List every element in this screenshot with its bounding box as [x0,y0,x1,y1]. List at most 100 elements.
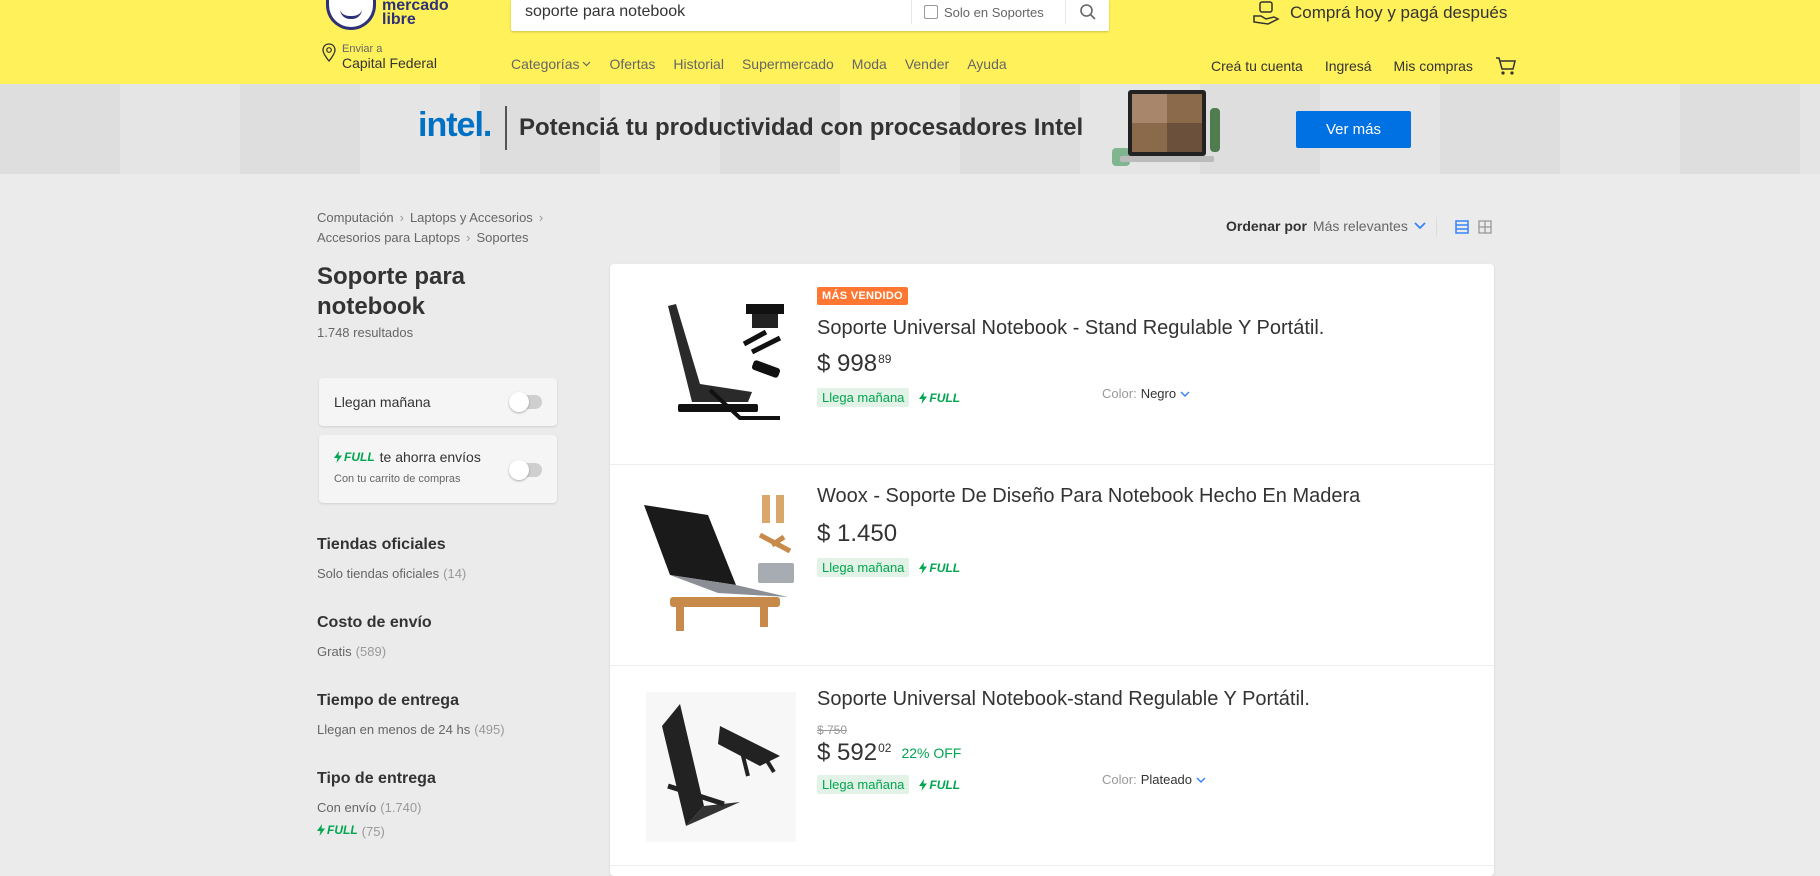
logo-text-libre: libre [382,11,416,28]
nav-ofertas[interactable]: Ofertas [609,56,655,72]
list-item[interactable]: MÁS VENDIDO Soporte Universal Notebook -… [610,264,1494,465]
chevron-down-icon [1180,391,1190,397]
results-count: 1.748 resultados [317,325,414,340]
list-item[interactable]: Soporte Universal Notebook-stand Regulab… [610,666,1494,866]
old-price: $ 750 [817,723,848,737]
item-title[interactable]: Woox - Soporte De Diseño Para Notebook H… [817,485,1360,508]
arrives-tomorrow-tag: Llega mañana [817,388,910,407]
lightning-icon [919,778,928,791]
sort-selector[interactable]: Ordenar por Más relevantes [1226,218,1426,234]
full-badge: FULL [334,450,375,464]
mercadolibre-logo[interactable]: mercado libre [326,0,449,30]
header: mercado libre Solo en Soportes Comprá ho… [0,0,1820,84]
nav-categorias[interactable]: Categorías [511,56,591,72]
facet-option[interactable]: Con envío (1.740) [317,800,567,815]
facet-official-stores: Tiendas oficiales Solo tiendas oficiales… [317,536,567,581]
breadcrumb-accesorios[interactable]: Accesorios para Laptops [317,230,460,245]
filter-arrive-tomorrow[interactable]: Llegan mañana [319,378,557,426]
facet-option[interactable]: Solo tiendas oficiales (14) [317,566,567,581]
color-selector[interactable]: Color: Plateado [1102,772,1206,787]
facet-option-full[interactable]: FULL (75) [317,823,567,839]
intel-logo: intel. [418,106,492,144]
arrives-tomorrow-tag: Llega mañana [817,775,910,794]
chevron-right-icon: › [538,210,544,225]
search-category-filter[interactable]: Solo en Soportes [911,0,1044,24]
arrive-tomorrow-toggle[interactable] [509,392,542,412]
nav-moda[interactable]: Moda [852,56,887,72]
main-nav: Categorías Ofertas Historial Supermercad… [511,56,1007,72]
facet-delivery-type: Tipo de entrega Con envío (1.740) FULL (7… [317,770,567,839]
breadcrumb-soportes[interactable]: Soportes [476,230,528,245]
create-account-link[interactable]: Creá tu cuenta [1211,58,1303,74]
item-title[interactable]: Soporte Universal Notebook-stand Regulab… [817,688,1310,711]
breadcrumb-laptops[interactable]: Laptops y Accesorios [410,210,533,225]
results-list: MÁS VENDIDO Soporte Universal Notebook -… [610,264,1494,876]
list-item[interactable]: Woox - Soporte De Diseño Para Notebook H… [610,465,1494,666]
laptop-video-call-image [1112,90,1220,166]
sort-label: Ordenar por [1226,218,1307,234]
user-nav: Creá tu cuenta Ingresá Mis compras [1211,56,1517,76]
product-image[interactable] [640,686,800,846]
color-value: Negro [1140,386,1177,401]
full-shipping-toggle[interactable] [509,460,542,480]
chevron-down-icon [1414,222,1426,230]
lightning-icon [919,391,928,404]
facet-option[interactable]: Gratis (589) [317,644,567,659]
credit-hand-icon [1253,1,1280,25]
color-selector[interactable]: Color: Negro [1102,386,1190,401]
location-value: Capital Federal [342,55,437,71]
filter-label: Llegan mañana [334,394,431,410]
best-seller-badge: MÁS VENDIDO [817,287,908,305]
item-price: $ 1.450 [817,520,898,547]
product-image[interactable] [640,284,800,444]
filter-full-shipping[interactable]: FULL te ahorra envíos Con tu carrito de … [319,435,557,503]
nav-historial[interactable]: Historial [673,56,724,72]
chevron-right-icon: › [466,230,471,245]
arrives-tomorrow-tag: Llega mañana [817,558,910,577]
banner-see-more-button[interactable]: Ver más [1296,111,1411,148]
login-link[interactable]: Ingresá [1325,58,1372,74]
filter-label: te ahorra envíos [379,449,481,465]
facet-shipping-cost: Costo de envío Gratis (589) [317,614,567,659]
full-badge: FULL [919,391,960,405]
breadcrumb: Computación › Laptops y Accesorios › Acceso… [317,208,577,248]
search-filter-label: Solo en Soportes [944,4,1044,20]
item-title[interactable]: Soporte Universal Notebook - Stand Regul… [817,317,1324,340]
sort-value: Más relevantes [1312,218,1408,234]
product-image[interactable] [640,485,800,645]
banner-divider [505,106,507,150]
location-pin-icon [322,43,336,62]
page-title: Soporte para notebook [317,263,466,320]
breadcrumb-computacion[interactable]: Computación [317,210,394,225]
search-icon [1079,4,1096,20]
nav-ayuda[interactable]: Ayuda [967,56,1006,72]
search-input[interactable] [525,0,965,24]
buy-now-pay-later-promo[interactable]: Comprá hoy y pagá después [1252,0,1507,26]
lightning-icon [334,451,342,463]
chevron-right-icon: › [399,210,404,225]
discount-badge: 22% OFF [901,745,962,761]
facet-delivery-time: Tiempo de entrega Llegan en menos de 24 … [317,692,567,737]
my-purchases-link[interactable]: Mis compras [1394,58,1473,74]
item-price: $ 998 89 [817,350,892,377]
full-badge: FULL [919,778,960,792]
intel-ad-banner[interactable]: intel. Potenciá tu productividad con pro… [0,84,1820,174]
filter-sublabel: Con tu carrito de compras [334,473,461,485]
divider [1436,217,1437,237]
checkbox-icon[interactable] [924,5,938,19]
lightning-icon [919,561,928,574]
grid-view-icon[interactable] [1478,220,1492,234]
nav-supermercado[interactable]: Supermercado [742,56,834,72]
handshake-logo-icon [326,0,376,30]
search-bar: Solo en Soportes [511,0,1109,31]
delivery-location[interactable]: Enviar a Capital Federal [322,43,437,71]
chevron-down-icon [583,61,591,67]
chevron-down-icon [1196,777,1206,783]
search-button[interactable] [1065,0,1109,24]
facet-option[interactable]: Llegan en menos de 24 hs (495) [317,722,567,737]
list-view-icon[interactable] [1455,220,1469,234]
color-value: Plateado [1140,772,1193,787]
nav-vender[interactable]: Vender [905,56,949,72]
lightning-icon [317,824,325,836]
cart-icon[interactable] [1495,56,1517,76]
